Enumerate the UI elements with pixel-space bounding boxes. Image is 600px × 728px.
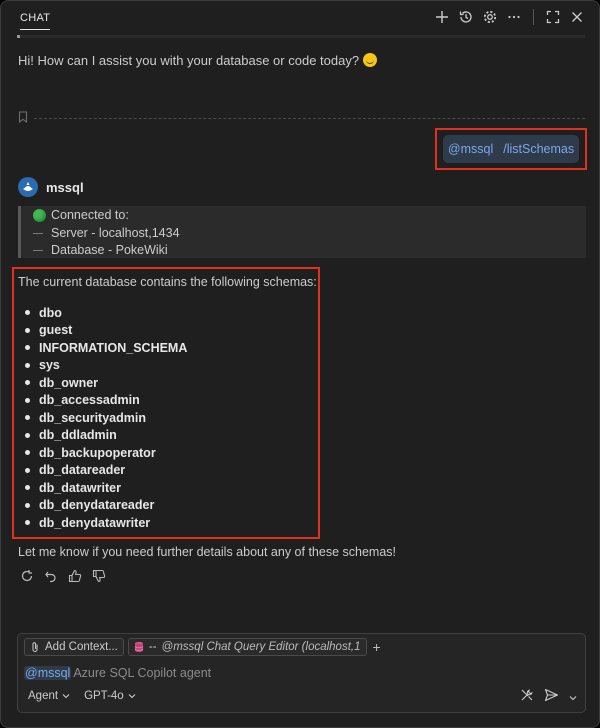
- divider-line: [34, 118, 585, 119]
- history-icon[interactable]: [456, 7, 476, 27]
- thumbs-up-icon[interactable]: [66, 567, 84, 585]
- schema-item: sys: [25, 357, 187, 375]
- bookmark-icon[interactable]: [18, 111, 28, 126]
- chevron-down-icon: [62, 694, 70, 699]
- database-icon: [134, 641, 144, 653]
- connected-status-icon: [33, 209, 46, 223]
- input-options: Agent GPT-4o: [28, 690, 136, 702]
- chat-input[interactable]: Add Context... -- @mssql Chat Query Edit…: [17, 633, 586, 713]
- tools-icon[interactable]: [520, 688, 534, 705]
- schema-intro: The current database contains the follow…: [18, 275, 317, 289]
- context-chip-query-editor[interactable]: -- @mssql Chat Query Editor (localhost,1: [127, 638, 367, 656]
- input-text[interactable]: @mssql Azure SQL Copilot agent: [24, 666, 211, 680]
- schema-item: db_denydatareader: [25, 497, 187, 515]
- plus-icon[interactable]: [432, 7, 452, 27]
- schema-item: db_backupoperator: [25, 444, 187, 462]
- title-bar: CHAT: [1, 1, 599, 35]
- model-label: GPT-4o: [84, 690, 124, 702]
- greeting-text: Hi! How can I assist you with your datab…: [18, 53, 360, 68]
- close-icon[interactable]: [567, 7, 587, 27]
- ellipsis-icon[interactable]: [504, 7, 524, 27]
- schema-item: guest: [25, 322, 187, 340]
- schema-item: db_securityadmin: [25, 409, 187, 427]
- send-icon[interactable]: [544, 688, 559, 705]
- model-dropdown[interactable]: GPT-4o: [84, 690, 136, 702]
- schema-item: dbo: [25, 304, 187, 322]
- message-divider: [18, 111, 585, 126]
- connection-server: Server - localhost,1434: [33, 225, 586, 243]
- add-chip-plus-icon[interactable]: +: [373, 639, 381, 655]
- context-chip-prefix: --: [148, 641, 157, 653]
- schema-item: db_datareader: [25, 462, 187, 480]
- assistant-greeting: Hi! How can I assist you with your datab…: [18, 53, 378, 68]
- thumbs-down-icon[interactable]: [90, 567, 108, 585]
- agent-header: mssql: [18, 177, 84, 197]
- server-text: Server - localhost,1434: [51, 225, 180, 240]
- add-context-label: Add Context...: [45, 641, 118, 653]
- toolbar-separator: [533, 9, 534, 25]
- schema-item: db_datawriter: [25, 479, 187, 497]
- tab-chat[interactable]: CHAT: [20, 12, 51, 30]
- connection-status: Connected to:: [33, 207, 586, 225]
- agent-name: mssql: [46, 179, 84, 195]
- connection-info: Connected to: Server - localhost,1434 Da…: [18, 206, 586, 258]
- dash-icon: [33, 250, 43, 252]
- schema-item: db_accessadmin: [25, 392, 187, 410]
- database-text: Database - PokeWiki: [51, 243, 168, 257]
- closing-message: Let me know if you need further details …: [18, 545, 396, 559]
- schema-item: INFORMATION_SCHEMA: [25, 339, 187, 357]
- scroll-indicator[interactable]: [17, 35, 585, 38]
- context-chips: Add Context... -- @mssql Chat Query Edit…: [24, 638, 381, 656]
- chevron-down-icon: [128, 694, 136, 699]
- schema-item: db_owner: [25, 374, 187, 392]
- user-message-command: /listSchemas: [503, 142, 575, 156]
- mssql-avatar-icon: [18, 177, 38, 197]
- message-actions: [18, 567, 108, 585]
- connection-database: Database - PokeWiki: [33, 242, 586, 260]
- input-actions: [520, 688, 577, 705]
- connection-title: Connected to:: [51, 208, 129, 222]
- mode-label: Agent: [28, 690, 59, 702]
- maximize-icon[interactable]: [543, 7, 563, 27]
- paperclip-icon: [32, 642, 38, 652]
- undo-icon[interactable]: [42, 567, 60, 585]
- schema-list: dbo guest INFORMATION_SCHEMA sys db_owne…: [25, 304, 187, 532]
- add-context-button[interactable]: Add Context...: [24, 638, 124, 656]
- send-options-chevron-down-icon[interactable]: [569, 689, 577, 704]
- user-message: @mssql /listSchemas: [443, 135, 579, 163]
- chat-panel: CHAT Hi! How can I assist you with your …: [0, 0, 600, 728]
- schema-item: db_denydatawriter: [25, 514, 187, 532]
- context-chip-label: @mssql Chat Query Editor (localhost,1: [161, 641, 361, 653]
- retry-icon[interactable]: [18, 567, 36, 585]
- gear-icon[interactable]: [480, 7, 500, 27]
- title-actions: [432, 7, 587, 27]
- schema-item: db_ddladmin: [25, 427, 187, 445]
- input-placeholder: Azure SQL Copilot agent: [73, 666, 212, 680]
- smile-emoji-icon: [363, 53, 378, 67]
- input-mention: @mssql: [24, 666, 72, 680]
- mode-dropdown[interactable]: Agent: [28, 690, 70, 702]
- user-message-mention: @mssql: [447, 142, 494, 156]
- dash-icon: [33, 232, 43, 234]
